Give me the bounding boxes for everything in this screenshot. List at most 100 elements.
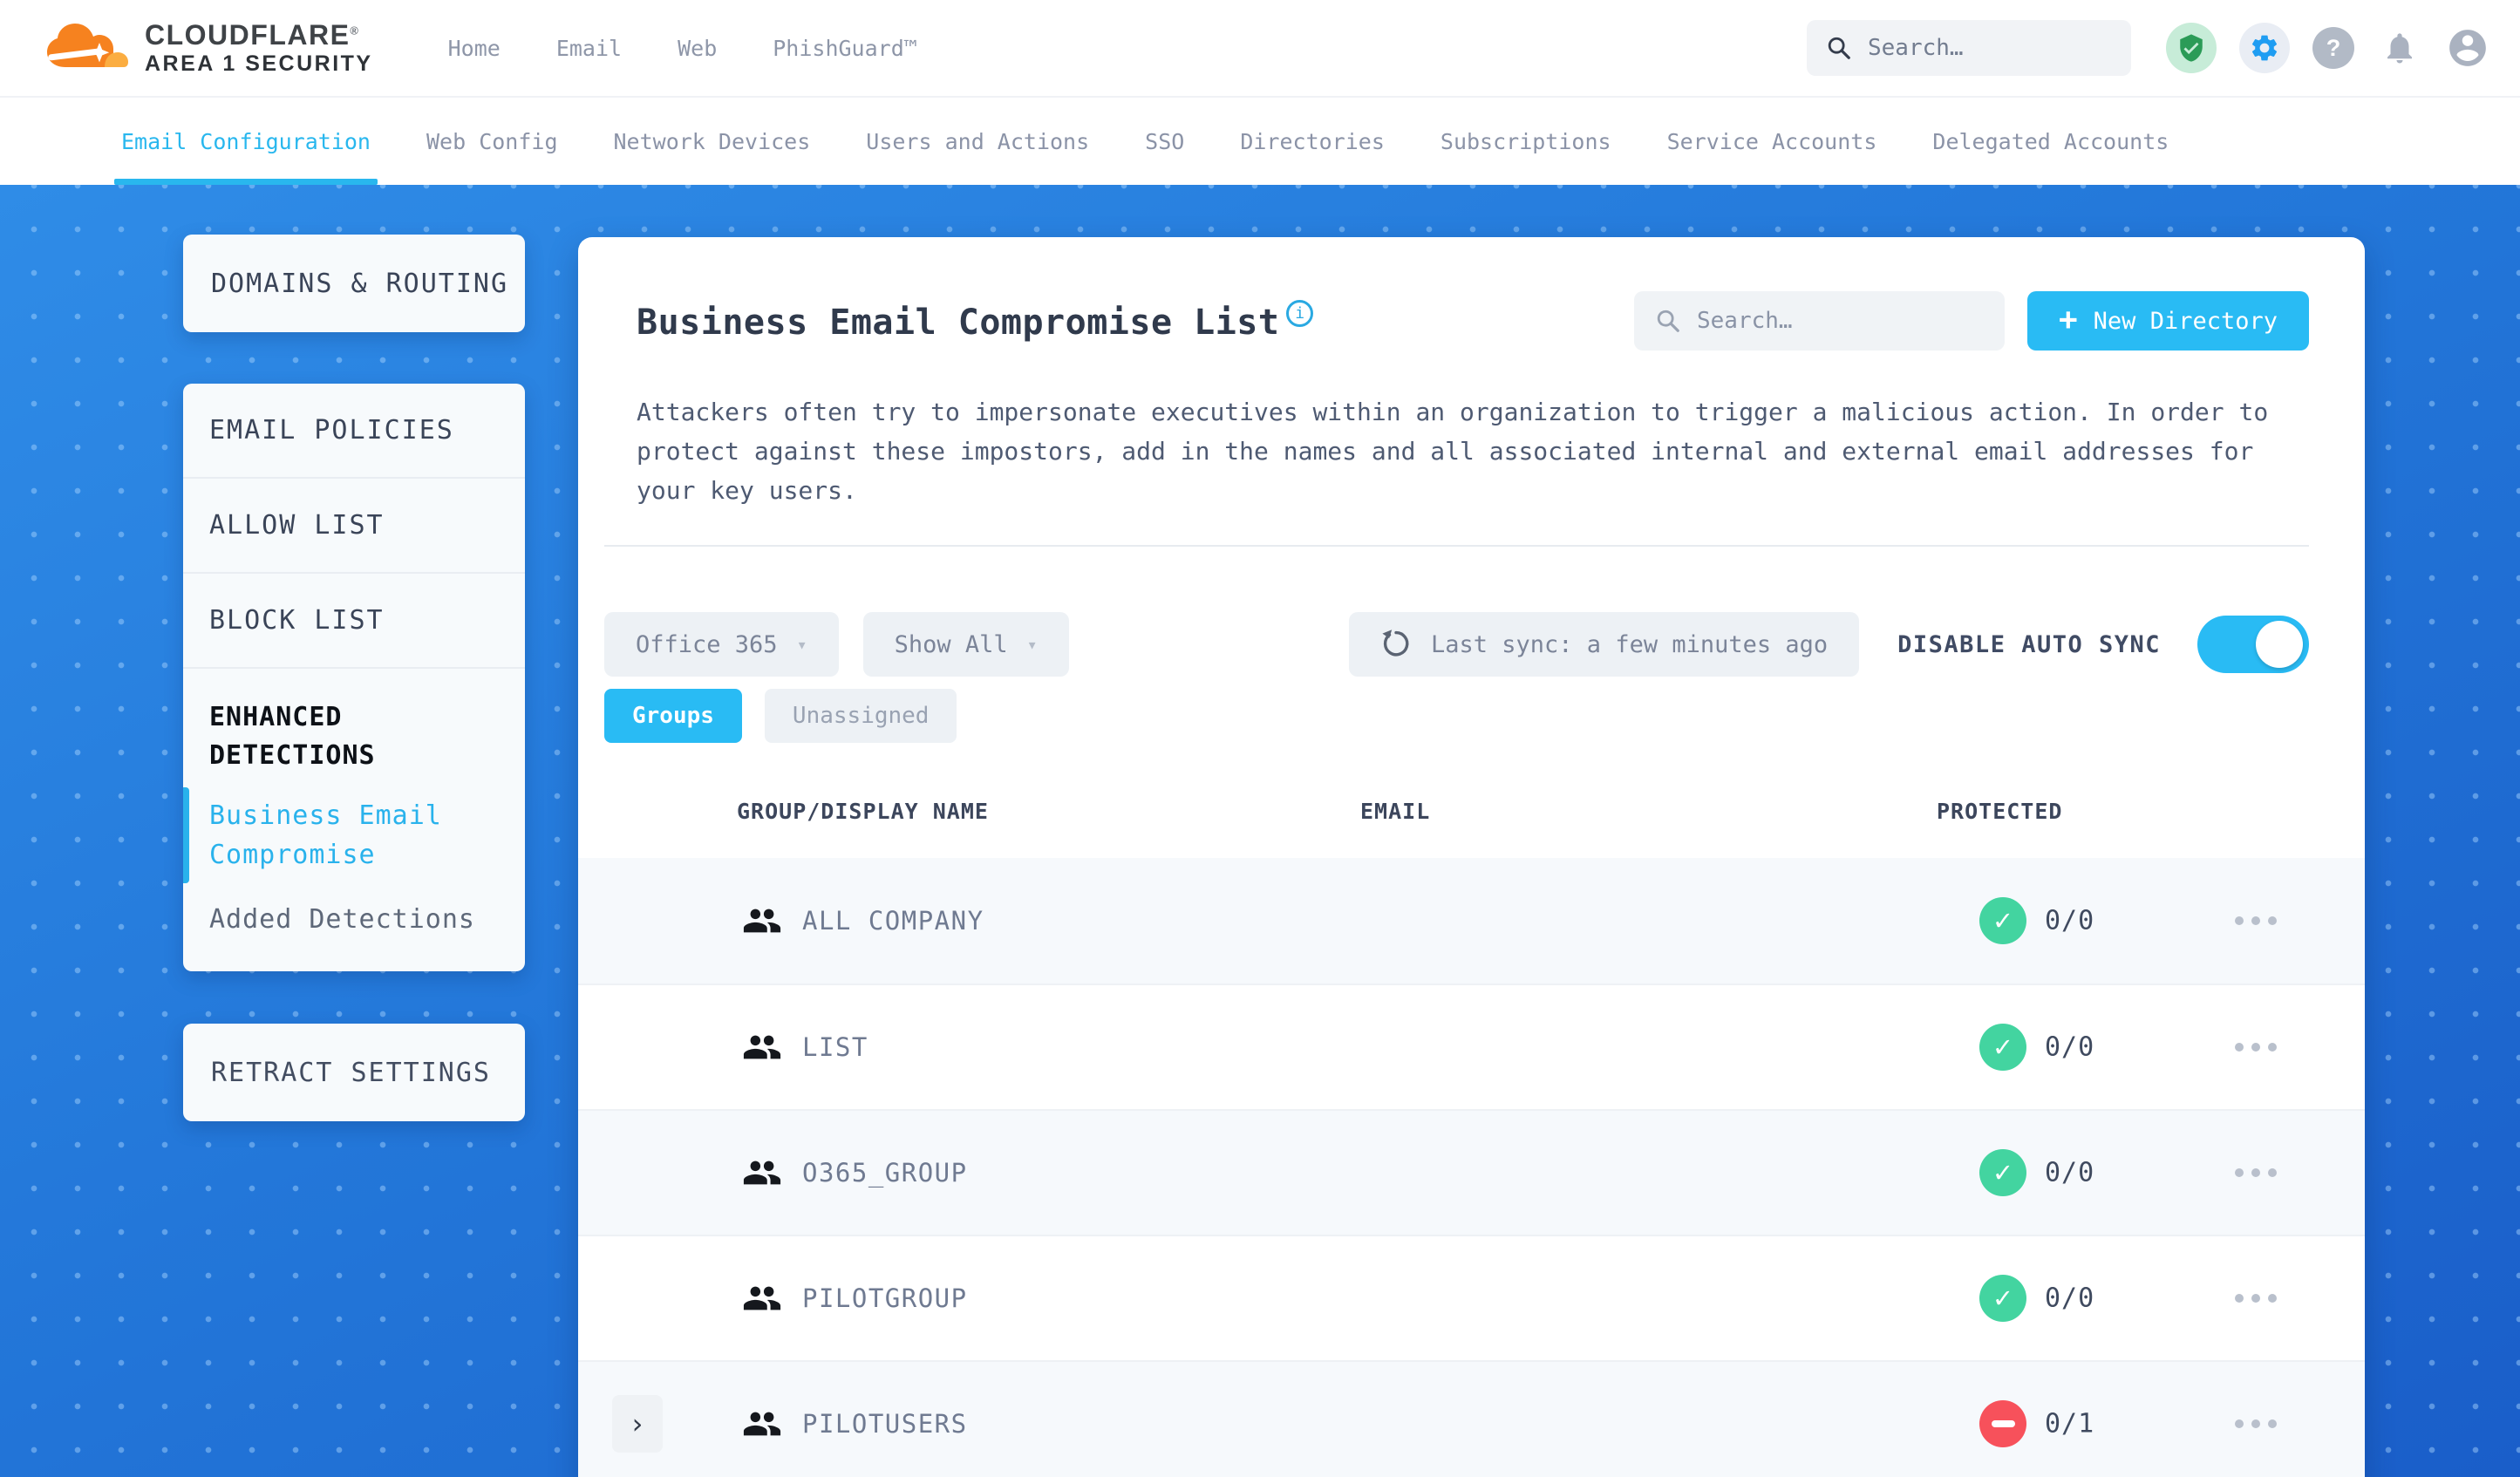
directory-dropdown-value: Office 365	[636, 630, 778, 658]
group-name: LIST	[802, 1032, 868, 1062]
config-subnav: Email Configuration Web Config Network D…	[0, 98, 2520, 185]
tab-groups[interactable]: Groups	[604, 689, 742, 743]
global-search[interactable]	[1807, 20, 2131, 76]
column-header-group-name: GROUP/DISPLAY NAME	[737, 799, 989, 824]
account-avatar-icon[interactable]	[2445, 25, 2490, 71]
subnav-item-delegated-accounts[interactable]: Delegated Accounts	[1932, 98, 2169, 185]
chevron-down-icon: ▾	[1026, 634, 1038, 655]
notifications-bell-icon[interactable]	[2377, 25, 2422, 71]
toggle-knob	[2256, 621, 2303, 668]
directory-dropdown[interactable]: Office 365 ▾	[604, 612, 839, 677]
directory-search[interactable]	[1633, 291, 2005, 351]
filter-row: Office 365 ▾ Show All ▾ Last sync: a few…	[604, 612, 2309, 677]
group-people-icon	[743, 1286, 781, 1310]
new-directory-label: New Directory	[2093, 307, 2278, 335]
page-description: Attackers often try to impersonate execu…	[637, 398, 2269, 505]
subnav-item-sso[interactable]: SSO	[1145, 98, 1184, 185]
table-row[interactable]: › PILOTUSERS 0/1	[578, 1360, 2365, 1477]
settings-gear-icon[interactable]	[2239, 23, 2290, 73]
table-row[interactable]: › LIST ✓ 0/0	[578, 984, 2365, 1109]
tab-unassigned[interactable]: Unassigned	[764, 689, 957, 743]
subnav-item-email-configuration[interactable]: Email Configuration	[114, 98, 378, 185]
row-menu-button[interactable]	[2235, 1043, 2277, 1052]
subnav-item-network-devices[interactable]: Network Devices	[614, 98, 811, 185]
directory-search-input[interactable]	[1696, 308, 1984, 334]
info-icon[interactable]: i	[1286, 299, 1314, 327]
page-title: Business Email Compromise List i	[637, 299, 1314, 343]
sidebar-label: RETRACT SETTINGS	[211, 1057, 491, 1088]
cloudflare-logo[interactable]: CLOUDFLARE® AREA 1 SECURITY	[44, 19, 373, 76]
group-name: ALL COMPANY	[802, 906, 984, 936]
table-row[interactable]: › ALL COMPANY ✓ 0/0	[578, 858, 2365, 984]
section-divider	[604, 545, 2309, 547]
column-header-email: EMAIL	[1360, 799, 1431, 824]
top-icons: ?	[2166, 23, 2490, 73]
group-name: PILOTGROUP	[802, 1283, 968, 1313]
view-tabs: Groups Unassigned	[604, 689, 2309, 743]
protected-count: 0/0	[2045, 1031, 2095, 1063]
plus-icon: +	[2058, 301, 2078, 337]
auto-sync-label: DISABLE AUTO SYNC	[1897, 630, 2161, 658]
search-icon	[1657, 310, 1679, 332]
top-bar: CLOUDFLARE® AREA 1 SECURITY Home Email W…	[0, 0, 2520, 98]
sidebar-policies-card: EMAIL POLICIES ALLOW LIST BLOCK LIST ENH…	[183, 384, 525, 971]
sidebar-item-retract-settings[interactable]: RETRACT SETTINGS	[183, 1024, 525, 1121]
sidebar-item-domains-routing[interactable]: DOMAINS & ROUTING	[183, 235, 525, 332]
top-nav-home[interactable]: Home	[448, 36, 501, 61]
top-nav-phishguard[interactable]: PhishGuard™	[773, 36, 917, 61]
protected-count: 0/0	[2045, 1157, 2095, 1188]
group-name: PILOTUSERS	[802, 1409, 968, 1439]
show-filter-dropdown[interactable]: Show All ▾	[862, 612, 1069, 677]
protected-count: 0/0	[2045, 1283, 2095, 1314]
protected-check-icon: ✓	[1979, 1024, 2026, 1071]
protected-check-icon: ✓	[1979, 1149, 2026, 1196]
sidebar-item-added-detections[interactable]: Added Detections	[183, 890, 525, 964]
last-sync-button[interactable]: Last sync: a few minutes ago	[1349, 612, 1860, 677]
auto-sync-toggle[interactable]	[2197, 616, 2309, 673]
row-menu-button[interactable]	[2235, 1168, 2277, 1177]
show-filter-value: Show All	[894, 630, 1008, 658]
help-icon[interactable]: ?	[2312, 27, 2354, 69]
table-row[interactable]: › O365_GROUP ✓ 0/0	[578, 1109, 2365, 1235]
security-shield-icon[interactable]	[2166, 23, 2217, 73]
sidebar-item-email-policies[interactable]: EMAIL POLICIES	[183, 384, 525, 479]
bec-list-panel: Business Email Compromise Listi + New Di…	[578, 237, 2365, 1477]
sidebar-item-block-list[interactable]: BLOCK LIST	[183, 574, 525, 669]
sidebar-item-enhanced-detections[interactable]: ENHANCED DETECTIONS	[183, 669, 471, 780]
table-header: GROUP/DISPLAY NAME EMAIL PROTECTED	[578, 774, 2365, 858]
protected-count: 0/0	[2045, 905, 2095, 936]
global-search-input[interactable]	[1868, 35, 2112, 61]
registered-mark: ®	[350, 24, 360, 37]
subnav-item-web-config[interactable]: Web Config	[426, 98, 558, 185]
subnav-item-users-and-actions[interactable]: Users and Actions	[866, 98, 1089, 185]
group-people-icon	[743, 1035, 781, 1059]
protected-check-icon: ✓	[1979, 1275, 2026, 1322]
row-menu-button[interactable]	[2235, 916, 2277, 925]
sidebar-item-allow-list[interactable]: ALLOW LIST	[183, 479, 525, 574]
search-icon	[1828, 37, 1850, 59]
sidebar-item-business-email-compromise[interactable]: Business Email Compromise	[183, 780, 480, 890]
top-nav-web[interactable]: Web	[678, 36, 717, 61]
subnav-item-service-accounts[interactable]: Service Accounts	[1667, 98, 1877, 185]
logo-subtitle: AREA 1 SECURITY	[145, 51, 373, 76]
chevron-down-icon: ▾	[796, 634, 807, 655]
column-header-protected: PROTECTED	[1937, 799, 2063, 824]
group-people-icon	[743, 909, 781, 933]
content-background: DOMAINS & ROUTING EMAIL POLICIES ALLOW L…	[0, 185, 2520, 1477]
row-menu-button[interactable]	[2235, 1294, 2277, 1303]
new-directory-button[interactable]: + New Directory	[2026, 291, 2309, 351]
logo-title: CLOUDFLARE®	[145, 19, 360, 51]
subnav-item-directories[interactable]: Directories	[1240, 98, 1385, 185]
row-menu-button[interactable]	[2235, 1419, 2277, 1428]
last-sync-text: Last sync: a few minutes ago	[1431, 630, 1829, 658]
refresh-icon	[1382, 630, 1409, 657]
table-row[interactable]: › PILOTGROUP ✓ 0/0	[578, 1235, 2365, 1360]
top-nav-email[interactable]: Email	[556, 36, 622, 61]
unprotected-minus-icon	[1979, 1400, 2026, 1447]
top-nav: Home Email Web PhishGuard™	[448, 36, 917, 61]
subnav-item-subscriptions[interactable]: Subscriptions	[1440, 98, 1611, 185]
protected-check-icon: ✓	[1979, 897, 2026, 944]
expand-button[interactable]: ›	[612, 1395, 663, 1453]
group-name: O365_GROUP	[802, 1158, 968, 1188]
table-body: › ALL COMPANY ✓ 0/0 › LIST ✓ 0/0 › O365_…	[578, 858, 2365, 1477]
